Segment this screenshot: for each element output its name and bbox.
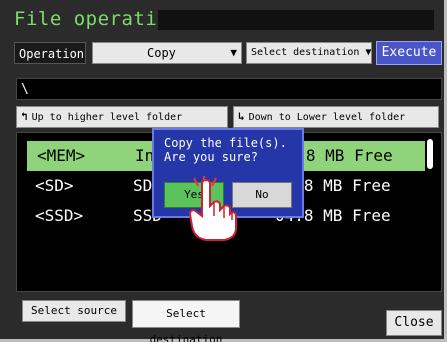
dialog-message: Copy the file(s). Are you sure? [164,136,287,164]
pointing-hand-icon [188,176,237,241]
operation-label: Operation [14,42,86,64]
operation-dropdown[interactable]: Copy ▼ [92,42,242,64]
current-path: \ [16,78,442,100]
operation-value: Copy [147,46,176,60]
item-type: SD [133,176,153,195]
dialog-message-line1: Copy the file(s). [164,136,287,150]
item-name: <SD> [35,176,74,195]
down-arrow-icon: ↳ [238,110,245,123]
window-title: File operation [14,8,182,30]
no-button[interactable]: No [232,182,292,208]
execute-button[interactable]: Execute [376,41,442,65]
up-arrow-icon: ↰ [21,110,28,123]
file-operation-window: File operation Operation Copy ▼ Select d… [0,0,447,342]
dialog-message-line2: Are you sure? [164,150,258,164]
destination-label: Select destination [251,47,360,58]
item-name: <MEM> [37,146,86,165]
dropdown-arrow-icon: ▼ [230,46,237,59]
close-button[interactable]: Close [386,310,442,336]
destination-dropdown[interactable]: Select destination ▼ [246,42,372,64]
up-folder-label: Up to higher level folder [31,112,183,123]
list-scrollbar[interactable] [427,139,433,169]
down-folder-label: Down to Lower level folder [248,112,406,123]
up-folder-button[interactable]: ↰ Up to higher level folder [16,106,228,128]
select-destination-button[interactable]: Select destination [132,300,240,342]
item-name: <SSD> [35,206,84,225]
down-folder-button[interactable]: ↳ Down to Lower level folder [233,106,439,128]
dropdown-arrow-icon: ▼ [365,47,372,58]
title-bar-strip [158,10,434,30]
select-source-button[interactable]: Select source [22,300,126,322]
